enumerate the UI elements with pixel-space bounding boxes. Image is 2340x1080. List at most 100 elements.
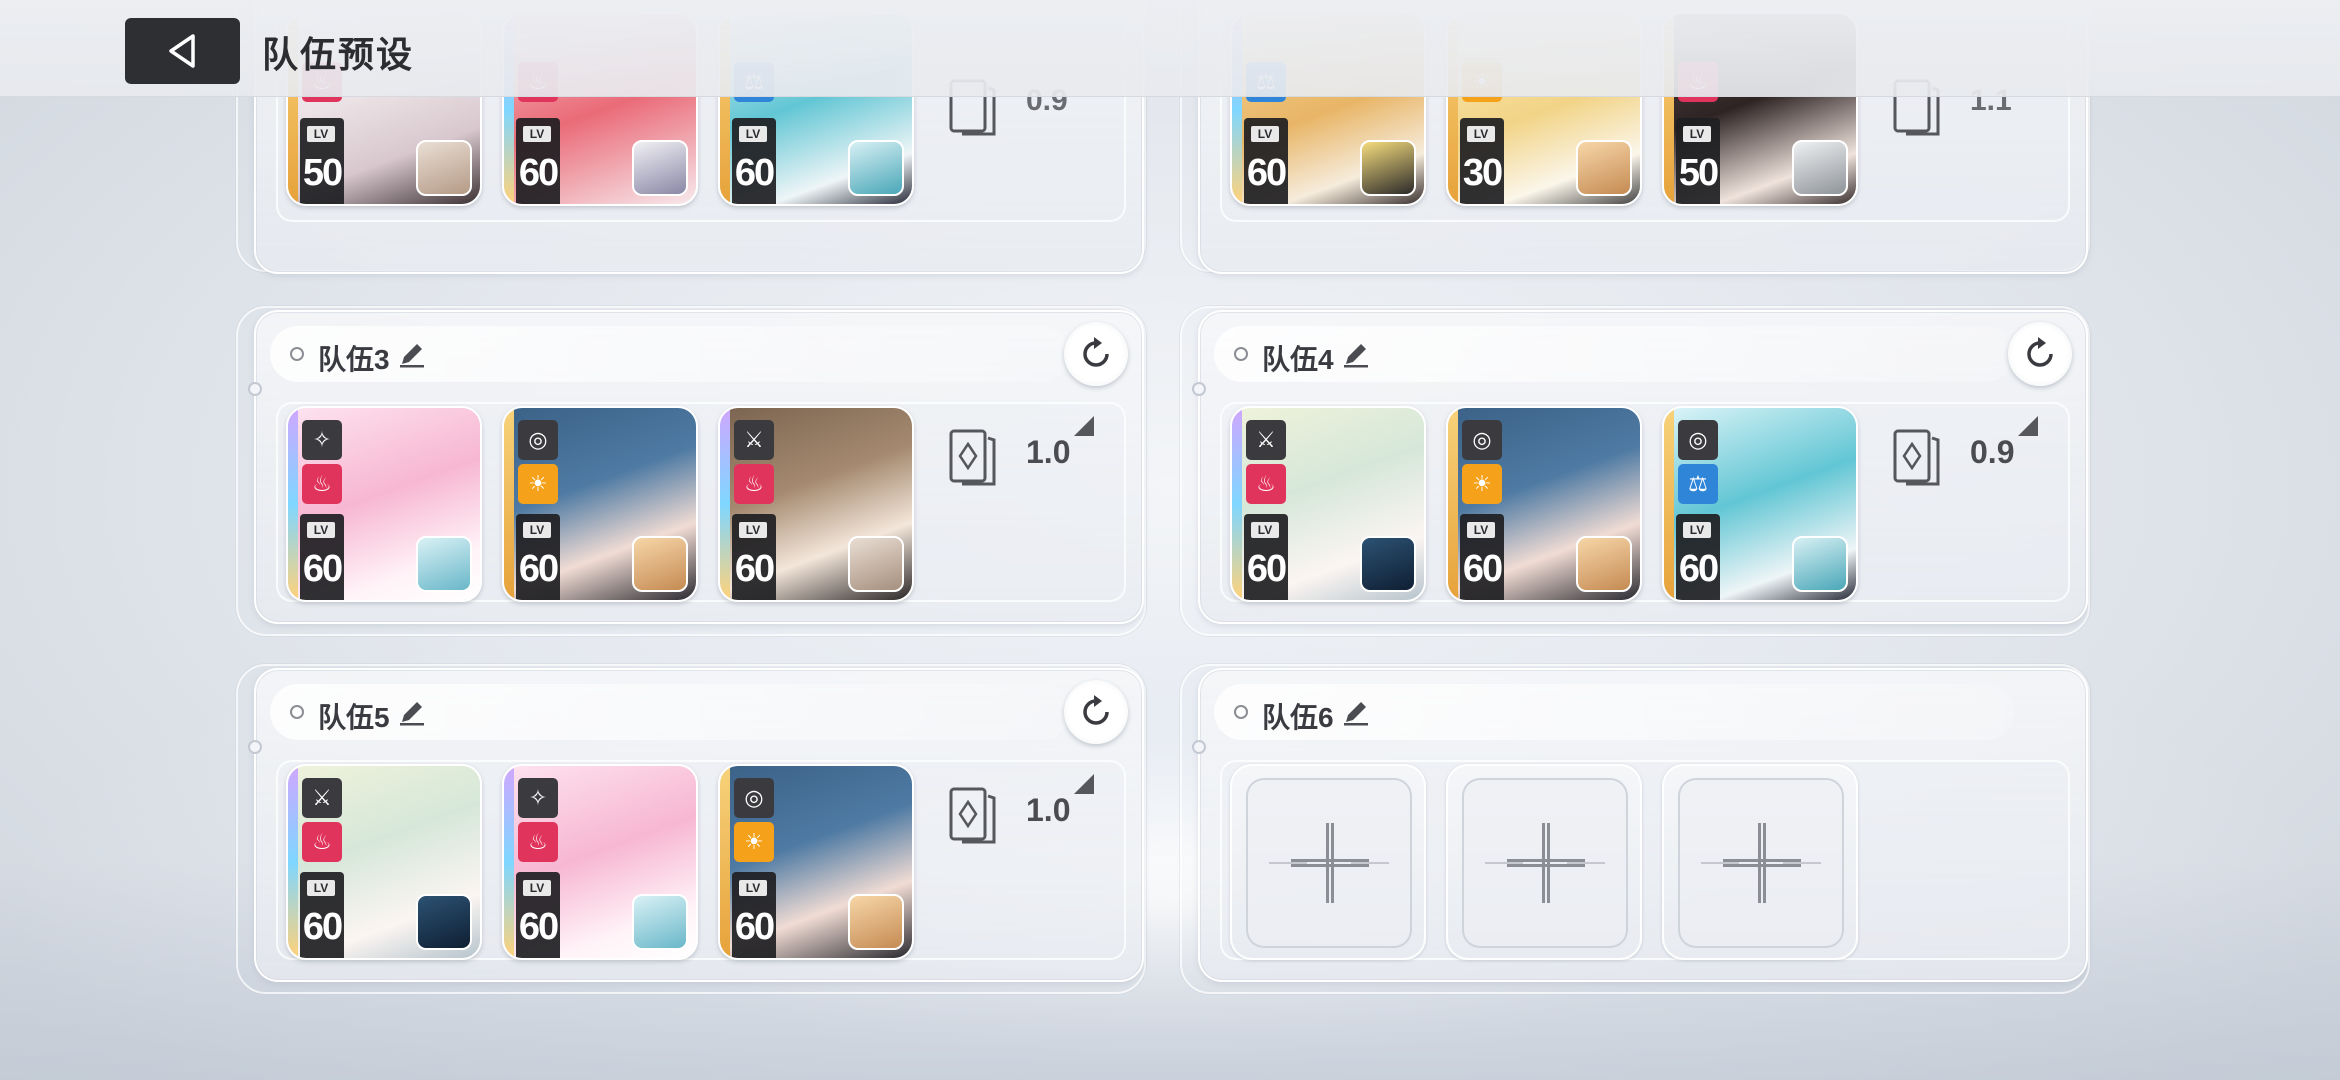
level-block: LV 60 (1460, 514, 1504, 600)
level-block: LV 60 (516, 514, 560, 600)
member-card-5-1[interactable]: ⚔ ♨ LV 60 (286, 764, 482, 960)
corner-mark-icon (2018, 416, 2038, 436)
level-block: LV 60 (300, 514, 344, 600)
empty-slot-1[interactable] (1230, 764, 1426, 960)
light-element-icon: ☀ (518, 464, 558, 504)
support-avatar[interactable] (1576, 140, 1632, 196)
team-header: 队伍5 (270, 684, 1070, 740)
sniper-role-icon: ◎ (1678, 420, 1718, 460)
team-header: 队伍4 (1214, 326, 2014, 382)
rarity-stripe (1664, 408, 1674, 600)
team-panel-4: 队伍4 ⚔ ♨ LV 60 ◎ ☀ LV 60 ◎ ⚖ LV 60 0.9 (1192, 310, 2088, 624)
member-card-4-1[interactable]: ⚔ ♨ LV 60 (1230, 406, 1426, 602)
level-block: LV 60 (732, 514, 776, 600)
team-name: 队伍4 (1262, 344, 1334, 375)
support-avatar[interactable] (416, 140, 472, 196)
add-plus-icon (1485, 823, 1605, 903)
corner-mark-icon (1074, 416, 1094, 436)
member-card-3-3[interactable]: ⚔ ♨ LV 60 (718, 406, 914, 602)
support-avatar[interactable] (848, 536, 904, 592)
rarity-stripe (504, 766, 514, 958)
support-avatar[interactable] (416, 536, 472, 592)
edit-pencil-icon[interactable] (398, 340, 426, 368)
side-dot (1192, 382, 1206, 396)
team-header: 队伍3 (270, 326, 1070, 382)
support-avatar[interactable] (632, 536, 688, 592)
melee-role-icon: ⚔ (734, 420, 774, 460)
team-panel-3: 队伍3 ✧ ♨ LV 60 ◎ ☀ LV 60 ⚔ ♨ LV 60 1.0 (248, 310, 1144, 624)
member-card-5-3[interactable]: ◎ ☀ LV 60 (718, 764, 914, 960)
refresh-button[interactable] (2008, 322, 2072, 386)
member-card-4-3[interactable]: ◎ ⚖ LV 60 (1662, 406, 1858, 602)
team-name: 队伍6 (1262, 702, 1334, 733)
support-avatar[interactable] (1576, 536, 1632, 592)
rarity-stripe (1232, 408, 1242, 600)
slot-frame (1462, 778, 1628, 948)
support-avatar[interactable] (1792, 140, 1848, 196)
support-avatar[interactable] (1360, 536, 1416, 592)
level-block: LV 60 (516, 118, 560, 204)
rarity-stripe (720, 408, 730, 600)
member-card-5-2[interactable]: ✧ ♨ LV 60 (502, 764, 698, 960)
edit-pencil-icon[interactable] (1342, 698, 1370, 726)
side-dot (1192, 740, 1206, 754)
rarity-stripe (1448, 408, 1458, 600)
team-cost: 1.0 (1026, 434, 1071, 470)
rarity-stripe (288, 766, 298, 958)
support-avatar[interactable] (1360, 140, 1416, 196)
light-element-icon: ☀ (1462, 464, 1502, 504)
level-block: LV 60 (300, 872, 344, 958)
fire-element-icon: ♨ (302, 822, 342, 862)
team-panel-5: 队伍5 ⚔ ♨ LV 60 ✧ ♨ LV 60 ◎ ☀ LV 60 1.0 (248, 668, 1144, 982)
order-element-icon: ⚖ (1678, 464, 1718, 504)
support-avatar[interactable] (632, 894, 688, 950)
refresh-icon (1083, 695, 1109, 725)
refresh-button[interactable] (1064, 322, 1128, 386)
melee-role-icon: ⚔ (302, 778, 342, 818)
back-arrow-icon (168, 34, 195, 68)
fire-element-icon: ♨ (518, 822, 558, 862)
team-name: 队伍5 (318, 702, 390, 733)
fire-element-icon: ♨ (734, 464, 774, 504)
level-block: LV 30 (1460, 118, 1504, 204)
team-header: 队伍6 (1214, 684, 2014, 740)
edit-pencil-icon[interactable] (398, 698, 426, 726)
support-avatar[interactable] (416, 894, 472, 950)
support-avatar[interactable] (848, 140, 904, 196)
member-card-3-2[interactable]: ◎ ☀ LV 60 (502, 406, 698, 602)
team-name: 队伍3 (318, 344, 390, 375)
member-card-4-2[interactable]: ◎ ☀ LV 60 (1446, 406, 1642, 602)
level-block: LV 60 (516, 872, 560, 958)
level-block: LV 60 (1676, 514, 1720, 600)
refresh-icon (2027, 337, 2053, 367)
team-cost: 0.9 (1970, 434, 2015, 470)
rarity-stripe (288, 408, 298, 600)
team-dot (1234, 347, 1248, 361)
side-dot (248, 740, 262, 754)
support-avatar[interactable] (632, 140, 688, 196)
fire-element-icon: ♨ (1246, 464, 1286, 504)
sniper-role-icon: ◎ (734, 778, 774, 818)
team-cost: 1.0 (1026, 792, 1071, 828)
support-avatar[interactable] (848, 894, 904, 950)
fire-element-icon: ♨ (302, 464, 342, 504)
rarity-stripe (504, 408, 514, 600)
slot-frame (1246, 778, 1412, 948)
level-block: LV 60 (1244, 514, 1288, 600)
support-role-icon: ✧ (302, 420, 342, 460)
refresh-button[interactable] (1064, 680, 1128, 744)
team-panel-6: 队伍6 (1192, 668, 2088, 982)
empty-slot-2[interactable] (1446, 764, 1642, 960)
cost-card-icon (949, 787, 996, 844)
edit-pencil-icon[interactable] (1342, 340, 1370, 368)
member-card-3-1[interactable]: ✧ ♨ LV 60 (286, 406, 482, 602)
level-block: LV 50 (1676, 118, 1720, 204)
back-button[interactable] (125, 18, 240, 84)
add-plus-icon (1701, 823, 1821, 903)
side-dot (248, 382, 262, 396)
support-avatar[interactable] (1792, 536, 1848, 592)
add-plus-icon (1269, 823, 1389, 903)
cost-card-icon (1893, 429, 1940, 486)
level-block: LV 60 (732, 872, 776, 958)
empty-slot-3[interactable] (1662, 764, 1858, 960)
